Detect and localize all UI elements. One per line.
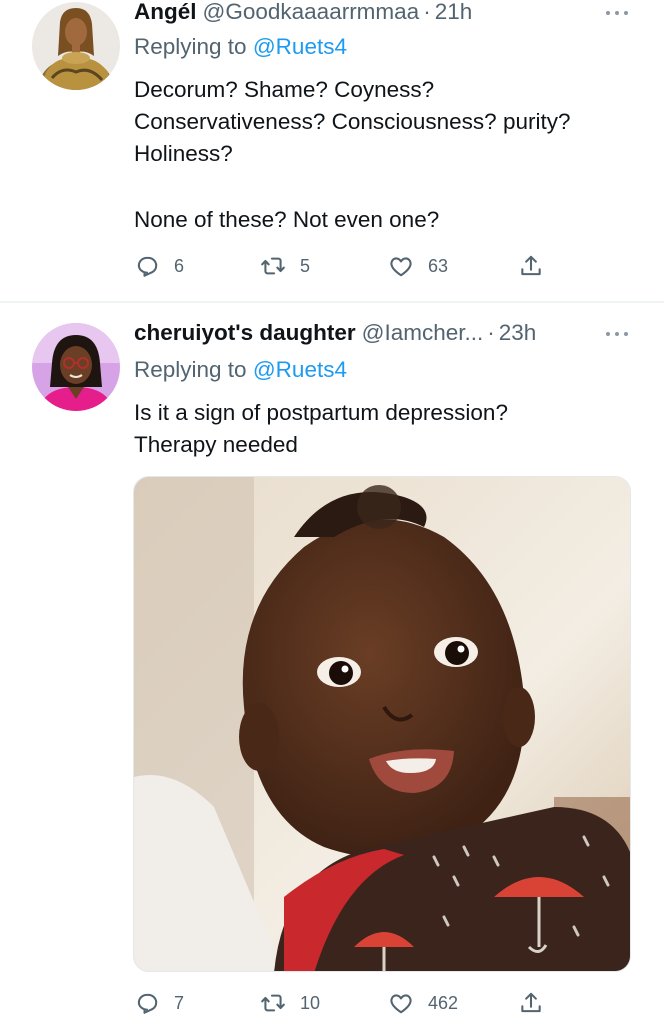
replying-to-mention[interactable]: @Ruets4	[253, 357, 347, 382]
tweet-text: Decorum? Shame? Coyness? Conservativenes…	[134, 74, 644, 236]
like-button[interactable]: 462	[388, 987, 458, 1019]
share-icon	[521, 255, 541, 276]
reply-count: 7	[174, 992, 185, 1013]
share-button[interactable]	[518, 987, 544, 1019]
reply-button[interactable]: 6	[134, 250, 184, 282]
timestamp[interactable]: 21h	[435, 0, 473, 25]
reply-count: 6	[174, 255, 185, 276]
like-button[interactable]: 63	[388, 250, 448, 282]
replying-to-label: Replying to	[134, 357, 247, 382]
reply-icon	[137, 256, 158, 277]
retweet-icon	[261, 257, 285, 275]
avatar[interactable]	[32, 2, 120, 90]
more-icon[interactable]	[606, 8, 628, 18]
replying-to-label: Replying to	[134, 34, 247, 59]
tweet[interactable]: cheruiyot's daughter @Iamcher... · 23h R…	[0, 303, 664, 1024]
display-name[interactable]: Angél	[134, 0, 197, 25]
paragraph-break	[134, 170, 644, 204]
tweet-text-line: Therapy needed	[134, 432, 298, 457]
tweet-text: Is it a sign of postpartum depression? T…	[134, 397, 644, 461]
action-bar: 7 10 462	[134, 987, 554, 1019]
avatar[interactable]	[32, 323, 120, 411]
tweet-text-line: Holiness?	[134, 141, 233, 166]
user-handle[interactable]: @Goodkaaaarrmmaa	[203, 0, 420, 25]
retweet-button[interactable]: 10	[260, 987, 320, 1019]
like-count: 63	[428, 255, 449, 276]
replying-to-mention[interactable]: @Ruets4	[253, 34, 347, 59]
retweet-button[interactable]: 5	[260, 250, 310, 282]
separator-dot: ·	[487, 320, 495, 345]
share-icon	[521, 992, 541, 1013]
display-name[interactable]: cheruiyot's daughter	[134, 320, 356, 346]
share-button[interactable]	[518, 250, 544, 282]
replying-to: Replying to @Ruets4	[134, 357, 347, 383]
reply-icon	[137, 993, 158, 1014]
replying-to: Replying to @Ruets4	[134, 34, 347, 60]
like-icon	[390, 994, 412, 1014]
timestamp[interactable]: 23h	[499, 320, 537, 346]
tweet-header: Angél @Goodkaaaarrmmaa · 21h	[134, 0, 624, 28]
more-icon[interactable]	[606, 329, 628, 339]
action-bar: 6 5 63	[134, 250, 554, 282]
like-icon	[390, 257, 412, 277]
retweet-count: 10	[300, 992, 321, 1013]
retweet-icon	[261, 994, 285, 1012]
tweet-header: cheruiyot's daughter @Iamcher... · 23h	[134, 317, 624, 349]
retweet-count: 5	[300, 255, 311, 276]
tweet-text-line: Conservativeness? Consciousness? purity?	[134, 109, 571, 134]
tweet-text-line: Is it a sign of postpartum depression?	[134, 400, 508, 425]
like-count: 462	[428, 992, 459, 1013]
tweet-text-line: None of these? Not even one?	[134, 207, 440, 232]
tweet-text-line: Decorum? Shame? Coyness?	[134, 77, 435, 102]
tweet[interactable]: Angél @Goodkaaaarrmmaa · 21h Replying to…	[0, 0, 664, 302]
user-handle[interactable]: @Iamcher...	[362, 320, 484, 346]
reply-button[interactable]: 7	[134, 987, 184, 1019]
baby-photo	[134, 477, 630, 971]
separator-dot: ·	[423, 0, 431, 24]
tweet-image[interactable]	[133, 476, 631, 972]
